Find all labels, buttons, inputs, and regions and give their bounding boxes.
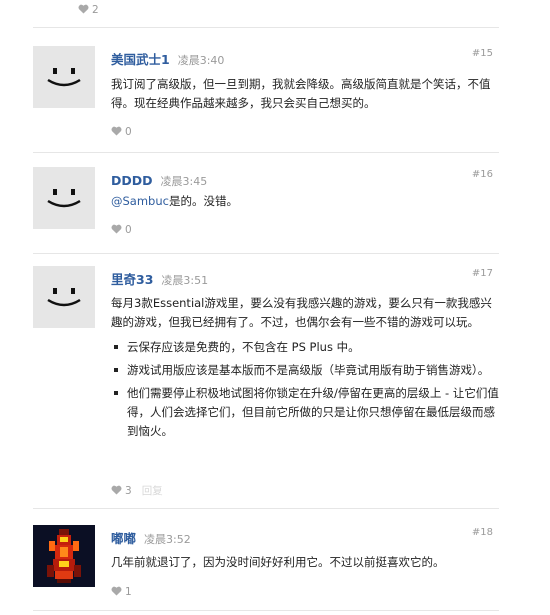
post-text: 我订阅了高级版，但一旦到期，我就会降级。高级版简直就是个笑话，不值得。现在经典作… [111, 77, 491, 110]
heart-icon [78, 4, 89, 14]
post-number[interactable]: #17 [472, 268, 493, 279]
like-count: 0 [125, 224, 132, 236]
timestamp[interactable]: 凌晨3:52 [144, 533, 191, 546]
avatar[interactable] [33, 525, 95, 587]
avatar[interactable] [33, 167, 95, 229]
smiley-avatar-icon [47, 288, 81, 307]
list-item: 游戏试用版应该是基本版而不是高级版（毕竟试用版有助于销售游戏）。 [114, 361, 499, 380]
separator [33, 152, 499, 153]
post-meta: 嘟嘟 凌晨3:52 [111, 528, 191, 546]
username-link[interactable]: 美国武士1 [111, 52, 170, 67]
post-number[interactable]: #18 [472, 527, 493, 538]
smiley-avatar-icon [47, 68, 81, 87]
username-link[interactable]: 里奇33 [111, 272, 153, 287]
timestamp[interactable]: 凌晨3:51 [161, 274, 208, 287]
comment-post: 美国武士1 凌晨3:40 #15 我订阅了高级版，但一旦到期，我就会降级。高级版简… [33, 46, 499, 146]
like-button[interactable]: 2 [78, 4, 99, 18]
post-text: 每月3款Essential游戏里，要么没有我感兴趣的游戏，要么只有一款我感兴趣的… [111, 296, 492, 329]
post-text: 几年前就退订了，因为没时间好好利用它。不过以前挺喜欢它的。 [111, 555, 445, 569]
post-number[interactable]: #16 [472, 169, 493, 180]
like-count: 2 [92, 4, 99, 16]
like-button[interactable]: 0 [111, 126, 132, 140]
heart-icon [111, 126, 122, 136]
username-link[interactable]: DDDD [111, 173, 153, 188]
like-count: 1 [125, 586, 132, 598]
separator [33, 610, 499, 611]
timestamp[interactable]: 凌晨3:40 [178, 54, 225, 67]
user-mention-link[interactable]: @Sambuc [111, 194, 169, 208]
bullet-list: 云保存应该是免费的，不包含在 PS Plus 中。 游戏试用版应该是基本版而不是… [111, 338, 499, 441]
post-meta: 里奇33 凌晨3:51 [111, 269, 208, 287]
like-button[interactable]: 0 [111, 224, 132, 238]
comment-post: DDDD 凌晨3:45 #16 @Sambuc是的。没错。 0 [33, 167, 499, 242]
post-meta: 美国武士1 凌晨3:40 [111, 49, 225, 67]
post-body: 我订阅了高级版，但一旦到期，我就会降级。高级版简直就是个笑话，不值得。现在经典作… [111, 75, 499, 113]
like-button[interactable]: 3 回复 [111, 483, 163, 497]
comment-feed: 2 美国武士1 凌晨3:40 #15 我订阅了高级版，但一旦到期，我就会降级。高级… [0, 0, 550, 615]
smiley-avatar-icon [47, 189, 81, 208]
heart-icon [111, 485, 122, 495]
comment-post: 嘟嘟 凌晨3:52 #18 几年前就退订了，因为没时间好好利用它。不过以前挺喜欢它… [33, 525, 499, 603]
list-item: 他们需要停止积极地试图将你锁定在升级/停留在更高的层级上 - 让它们值得，人们会… [114, 384, 499, 441]
list-item: 云保存应该是免费的，不包含在 PS Plus 中。 [114, 338, 499, 357]
separator [33, 253, 499, 254]
username-link[interactable]: 嘟嘟 [111, 531, 136, 546]
like-button[interactable]: 1 [111, 586, 132, 600]
like-count: 0 [125, 126, 132, 138]
post-number[interactable]: #15 [472, 48, 493, 59]
reply-link[interactable]: 回复 [142, 485, 163, 497]
heart-icon [111, 586, 122, 596]
comment-post: 里奇33 凌晨3:51 #17 每月3款Essential游戏里，要么没有我感兴趣… [33, 266, 499, 498]
post-meta: DDDD 凌晨3:45 [111, 170, 208, 188]
post-body: @Sambuc是的。没错。 [111, 192, 499, 211]
timestamp[interactable]: 凌晨3:45 [161, 175, 208, 188]
separator [33, 508, 499, 509]
post-text-content: 是的。没错。 [168, 194, 238, 208]
post-body: 每月3款Essential游戏里，要么没有我感兴趣的游戏，要么只有一款我感兴趣的… [111, 294, 499, 445]
post-text: @Sambuc是的。没错。 [111, 192, 499, 211]
avatar[interactable] [33, 46, 95, 108]
avatar[interactable] [33, 266, 95, 328]
pixel-race-car-avatar-icon [33, 525, 95, 587]
separator [33, 27, 499, 28]
heart-icon [111, 224, 122, 234]
post-body: 几年前就退订了，因为没时间好好利用它。不过以前挺喜欢它的。 [111, 553, 499, 572]
like-count: 3 [125, 485, 132, 497]
